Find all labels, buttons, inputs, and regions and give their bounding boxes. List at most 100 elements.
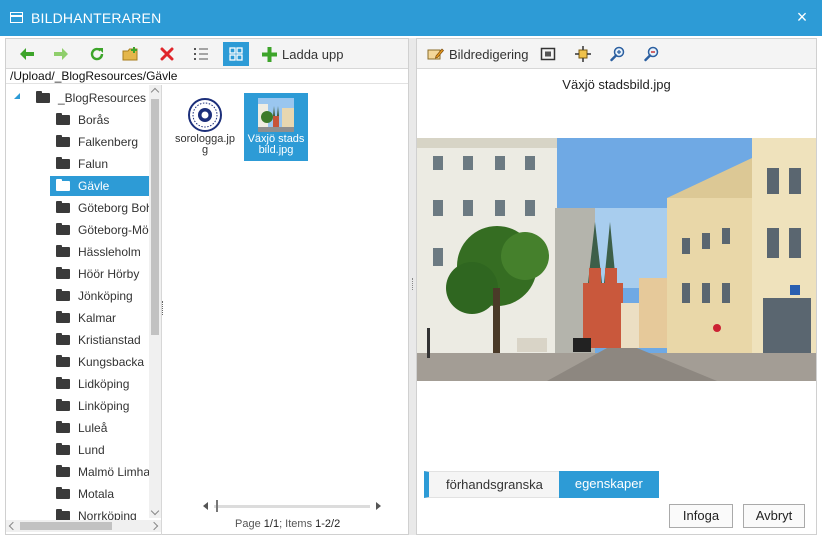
tree-item[interactable]: Motala [50, 484, 156, 504]
tab-properties[interactable]: egenskaper [558, 471, 659, 498]
tree-item[interactable]: Lidköping [50, 374, 156, 394]
tree-item[interactable]: Kungsbacka [50, 352, 156, 372]
tree-horizontal-scrollbar[interactable] [6, 520, 161, 532]
preview-tabs: förhandsgranska egenskaper [424, 471, 659, 498]
image-edit-button[interactable]: Bildredigering [427, 42, 529, 66]
refresh-icon[interactable] [84, 42, 110, 66]
tree-expand-icon[interactable] [14, 93, 20, 99]
tree-item[interactable]: Borås [50, 110, 156, 130]
tree-item-label: Göteborg-Mö [78, 223, 149, 237]
tree-item-label: Falkenberg [78, 135, 139, 149]
window-icon [10, 12, 23, 23]
file-item-selected[interactable]: Växjö stadsbild.jpg [244, 93, 308, 161]
upload-button[interactable]: Ladda upp [262, 42, 343, 66]
tree-item-label: Gävle [78, 179, 110, 193]
tree-item[interactable]: Falkenberg [50, 132, 156, 152]
edit-icon [427, 48, 444, 60]
tree-item[interactable]: Göteborg-Mö [50, 220, 156, 240]
preview-pane: Bildredigering Växjö stadsbild.jpg förha… [416, 38, 817, 535]
file-name: Växjö stadsbild.jpg [247, 133, 305, 156]
tree-root[interactable]: _BlogResources [36, 88, 161, 108]
scroll-left-icon[interactable] [203, 502, 208, 510]
file-grid: sorologga.jpg Växjö stadsbild.jpg [166, 85, 406, 485]
tree-item-label: Kalmar [78, 311, 117, 325]
resize-grip[interactable] [162, 301, 163, 315]
folder-icon [56, 201, 70, 213]
folder-icon [56, 113, 70, 125]
tree-item[interactable]: Gävle [50, 176, 156, 196]
back-arrow-icon[interactable] [14, 42, 40, 66]
scroll-right-icon[interactable] [149, 521, 159, 531]
folder-icon [56, 179, 70, 191]
delete-icon[interactable] [154, 42, 180, 66]
tree-item[interactable]: Malmö Limha [50, 462, 156, 482]
folder-icon [56, 157, 70, 169]
tree-item-label: Hässleholm [78, 245, 141, 259]
tree-item[interactable]: Höör Hörby [50, 264, 156, 284]
new-folder-icon[interactable] [118, 42, 144, 66]
tree-item-label: Göteborg Boh [78, 201, 153, 215]
resize-grip[interactable] [412, 278, 413, 290]
browser-toolbar: Ladda upp [6, 39, 408, 69]
insert-button[interactable]: Infoga [669, 504, 733, 528]
tree-item[interactable]: Lund [50, 440, 156, 460]
tree-item[interactable]: Göteborg Boh [50, 198, 156, 218]
preview-toolbar: Bildredigering [417, 39, 816, 69]
image-edit-label: Bildredigering [449, 46, 529, 62]
thumbnail-view-icon[interactable] [223, 42, 249, 66]
title-bar: BILDHANTERAREN × [0, 0, 822, 36]
tree-vertical-scrollbar[interactable] [149, 85, 161, 518]
pane-splitter[interactable] [409, 38, 416, 535]
tree-item[interactable]: Luleå [50, 418, 156, 438]
zoom-out-icon[interactable] [639, 42, 665, 66]
folder-tree: _BlogResources Borås Falkenberg Falun Gävle… [6, 85, 161, 522]
tree-item-label: Lidköping [78, 377, 130, 391]
scroll-down-icon[interactable] [150, 506, 160, 516]
tree-item[interactable]: Kristianstad [50, 330, 156, 350]
folder-icon [56, 289, 70, 301]
scroll-left-icon[interactable] [8, 521, 18, 531]
cancel-button[interactable]: Avbryt [743, 504, 805, 528]
current-path: /Upload/_BlogResources/Gävle [10, 69, 178, 83]
items-value: 1-2/2 [315, 518, 341, 530]
tree-item[interactable]: Kalmar [50, 308, 156, 328]
tree-item-label: Lund [78, 443, 105, 457]
folder-icon [56, 355, 70, 367]
tree-item-label: Höör Hörby [78, 267, 140, 281]
tree-item[interactable]: Falun [50, 154, 156, 174]
scroll-up-icon[interactable] [150, 87, 160, 97]
upload-label: Ladda upp [282, 46, 344, 62]
close-icon[interactable]: × [792, 7, 812, 27]
scroll-track[interactable] [214, 505, 370, 508]
scroll-thumb[interactable] [151, 99, 159, 335]
tree-item[interactable]: Linköping [50, 396, 156, 416]
tree-item-label: Luleå [78, 421, 108, 435]
browser-pane: Ladda upp /Upload/_BlogResources/Gävle _… [5, 38, 409, 535]
actual-size-icon[interactable] [570, 42, 596, 66]
scroll-thumb[interactable] [20, 522, 112, 530]
tree-item[interactable]: Jönköping [50, 286, 156, 306]
folder-icon [56, 267, 70, 279]
list-view-icon[interactable] [188, 42, 214, 66]
forward-arrow-icon[interactable] [48, 42, 74, 66]
tab-preview[interactable]: förhandsgranska [424, 471, 559, 498]
tree-item[interactable]: Hässleholm [50, 242, 156, 262]
folder-icon [56, 223, 70, 235]
tree-item-label: Falun [78, 157, 109, 171]
file-item[interactable]: sorologga.jpg [173, 93, 237, 161]
vaxjo-thumbnail [258, 98, 294, 132]
scroll-thumb[interactable] [216, 500, 218, 512]
divider [6, 83, 408, 84]
folder-icon [56, 311, 70, 323]
tree-item-label: Borås [78, 113, 110, 127]
tree-item-label: Malmö Limha [78, 465, 151, 479]
tree-item-label: Linköping [78, 399, 130, 413]
folder-icon [56, 487, 70, 499]
fit-to-window-icon[interactable] [535, 42, 561, 66]
scroll-right-icon[interactable] [376, 502, 381, 510]
folder-icon [56, 135, 70, 147]
zoom-in-icon[interactable] [605, 42, 631, 66]
window-title: BILDHANTERAREN [31, 10, 162, 26]
file-name: sorologga.jpg [175, 133, 235, 156]
file-scrollbar[interactable] [202, 499, 382, 513]
